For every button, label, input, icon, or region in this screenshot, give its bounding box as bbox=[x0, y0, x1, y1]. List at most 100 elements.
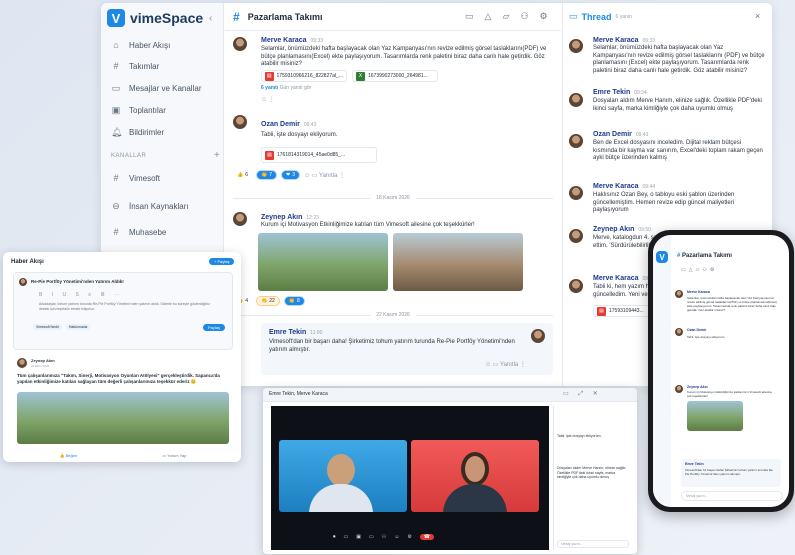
phone-message-author[interactable]: Merve Karaca bbox=[687, 290, 710, 294]
phone-message-author[interactable]: Emre Tekin bbox=[685, 462, 704, 466]
app-logo[interactable]: V vimeSpace bbox=[107, 9, 203, 27]
settings-icon[interactable]: ⚙ bbox=[407, 534, 411, 540]
screen-share-icon[interactable]: ▣ bbox=[356, 534, 361, 540]
thread-author[interactable]: Merve Karaca09:51 bbox=[593, 275, 655, 282]
message-actions-icon[interactable]: ☺ ⋮ bbox=[261, 96, 275, 103]
thread-icon: ▭ bbox=[569, 11, 578, 21]
phone-message-author[interactable]: Zeynep Akın bbox=[687, 385, 708, 389]
add-channel-icon[interactable]: + bbox=[214, 150, 220, 161]
sidebar-item-meetings[interactable]: ▣ Toplantılar bbox=[111, 105, 166, 116]
phone-message-author[interactable]: Ozan Demir bbox=[687, 328, 706, 332]
reaction-clap[interactable]: 👏 22 bbox=[256, 296, 280, 306]
avatar[interactable] bbox=[531, 329, 545, 343]
formatting-toolbar[interactable]: B I U S ≡ ≣ ⋯ bbox=[39, 292, 123, 298]
tag-chip[interactable]: Hakkımızda bbox=[65, 324, 91, 330]
avatar[interactable] bbox=[569, 229, 583, 243]
author-name: Emre Tekin bbox=[269, 329, 307, 336]
collapse-icon[interactable]: ‹ bbox=[209, 13, 212, 24]
avatar[interactable] bbox=[569, 93, 583, 107]
reaction-count: 8 bbox=[297, 298, 300, 304]
reaction-icon[interactable]: ☺ bbox=[394, 534, 399, 540]
like-label: Beğen bbox=[65, 453, 78, 458]
avatar[interactable] bbox=[569, 134, 583, 148]
file-attachment[interactable]: X 1673990273000_264981... bbox=[352, 70, 438, 82]
thread-message-text: Selamlar, önümüzdeki hafta başlayacak ol… bbox=[593, 45, 765, 74]
thread-message-text: Haklısınız Ozan Bey, o tabloyu eski şabl… bbox=[593, 192, 735, 213]
camera-icon[interactable]: ▭ bbox=[344, 534, 349, 540]
feed-title: Haber Akışı bbox=[11, 259, 44, 265]
reactions: 👍4 👏22 👏8 bbox=[233, 296, 305, 306]
participant-video[interactable] bbox=[411, 440, 539, 512]
reaction-clap-blue[interactable]: 👏 8 bbox=[283, 296, 305, 306]
settings-icon[interactable]: ⚙ bbox=[539, 11, 547, 22]
window-controls[interactable]: ▭ ⤢ ✕ bbox=[563, 390, 602, 398]
video-call-icon[interactable]: ▭ bbox=[465, 11, 474, 22]
share-button[interactable]: + Paylaş bbox=[209, 258, 235, 265]
reply-button[interactable]: ☺ ▭ Yanıtla ⋮ bbox=[485, 361, 526, 368]
thread-author[interactable]: Ozan Demir 09:43 bbox=[593, 131, 648, 138]
post-date: 29 Ekim 2025 bbox=[31, 364, 50, 368]
call-chat-input[interactable]: Mesaj yazın... bbox=[557, 540, 629, 548]
event-photo[interactable] bbox=[393, 233, 523, 291]
reactions: 👍 6 👏 7 ❤ 3 ☺ ▭ Yanıtla ⋮ bbox=[233, 170, 345, 180]
post-actions: 👍 Beğen ▭ Yorum Yap bbox=[17, 453, 229, 458]
close-icon[interactable]: × bbox=[755, 11, 760, 21]
sidebar-item-teams[interactable]: # Takımlar bbox=[111, 61, 159, 71]
comment-button[interactable]: ▭ Yorum Yap bbox=[162, 453, 186, 458]
event-photo[interactable] bbox=[258, 233, 388, 291]
post-button[interactable]: Paylaş bbox=[203, 324, 226, 331]
phone-photo[interactable] bbox=[687, 401, 743, 431]
channel-item[interactable]: # Vimesoft bbox=[111, 173, 160, 183]
avatar[interactable] bbox=[569, 279, 583, 293]
channel-item[interactable]: # Muhasebe bbox=[111, 227, 166, 237]
avatar[interactable] bbox=[17, 358, 27, 368]
phone-header-actions[interactable]: ▭△▱⚇⚙ bbox=[681, 267, 717, 273]
like-button[interactable]: 👍 Beğen bbox=[60, 453, 78, 458]
message-author[interactable]: Zeynep Akın 12:23 bbox=[261, 214, 319, 221]
file-attachment[interactable]: ▤ 1759310966216_822827al_... bbox=[261, 70, 347, 82]
avatar[interactable] bbox=[233, 37, 247, 51]
message-author[interactable]: Merve Karaca 09:33 bbox=[261, 37, 323, 44]
leave-call-icon[interactable]: ☎ bbox=[419, 534, 435, 540]
folder-icon[interactable]: ▱ bbox=[502, 11, 509, 22]
sidebar-item-notifications[interactable]: 🔔︎ Bildirimler bbox=[111, 127, 164, 138]
reply-button[interactable]: ☺ ▭ Yanıtla ⋮ bbox=[304, 172, 345, 179]
post-photo[interactable] bbox=[17, 392, 229, 444]
chat-icon[interactable]: ▭ bbox=[369, 534, 374, 540]
phone-title-text: Pazarlama Takımı bbox=[682, 253, 732, 259]
avatar[interactable] bbox=[233, 115, 247, 129]
message-author[interactable]: Emre Tekin 11:00 bbox=[269, 329, 322, 336]
file-attachment[interactable]: ▤ 1761814319014_45ae0d85_... bbox=[261, 147, 377, 163]
thread-author[interactable]: Merve Karaca 09:33 bbox=[593, 37, 655, 44]
participant-video[interactable] bbox=[279, 440, 407, 512]
channel-label: İnsan Kaynakları bbox=[129, 202, 189, 211]
avatar[interactable] bbox=[233, 212, 247, 226]
participants-icon[interactable]: ⚇ bbox=[382, 534, 386, 540]
message-author[interactable]: Ozan Demir 09:43 bbox=[261, 121, 316, 128]
avatar[interactable] bbox=[569, 186, 583, 200]
sidebar-item-messages[interactable]: ▭ Mesajlar ve Kanallar bbox=[111, 83, 202, 94]
phone-logo[interactable]: V bbox=[656, 251, 668, 263]
thread-author[interactable]: Merve Karaca 09:44 bbox=[593, 183, 655, 190]
bell-icon[interactable]: △ bbox=[485, 11, 492, 22]
reaction-like[interactable]: 👍 6 bbox=[233, 170, 252, 180]
thread-author[interactable]: Emre Tekin 09:34 bbox=[593, 89, 647, 96]
compose-title[interactable]: Re-Pie Portföy Yönetimi'nden Yatırım Ald… bbox=[31, 279, 124, 284]
post-author[interactable]: Zeynep Akın bbox=[31, 358, 55, 363]
thread-replies-link[interactable]: 6 yanıtı Gün yanıtı gör bbox=[261, 85, 311, 91]
members-icon[interactable]: ⚇ bbox=[520, 11, 528, 22]
phone-message-input[interactable]: Mesaj yazın... bbox=[681, 491, 783, 501]
thread-author[interactable]: Zeynep Akın 09:50 bbox=[593, 226, 651, 233]
avatar bbox=[19, 278, 27, 286]
author-name: Merve Karaca bbox=[593, 37, 639, 44]
sidebar-item-news[interactable]: ⌂ Haber Akışı bbox=[111, 40, 170, 50]
author-name: Ozan Demir bbox=[593, 131, 632, 138]
reaction-heart[interactable]: ❤ 3 bbox=[281, 170, 301, 180]
channel-item[interactable]: ⊖ İnsan Kaynakları bbox=[111, 201, 189, 212]
tag-chip[interactable]: Vimesoft Nedir bbox=[33, 324, 62, 330]
author-name: Merve Karaca bbox=[593, 275, 639, 282]
avatar[interactable] bbox=[569, 39, 583, 53]
reaction-clap[interactable]: 👏 7 bbox=[256, 170, 278, 180]
record-icon[interactable]: ⏺ bbox=[333, 534, 336, 540]
author-name: Zeynep Akın bbox=[261, 214, 303, 221]
